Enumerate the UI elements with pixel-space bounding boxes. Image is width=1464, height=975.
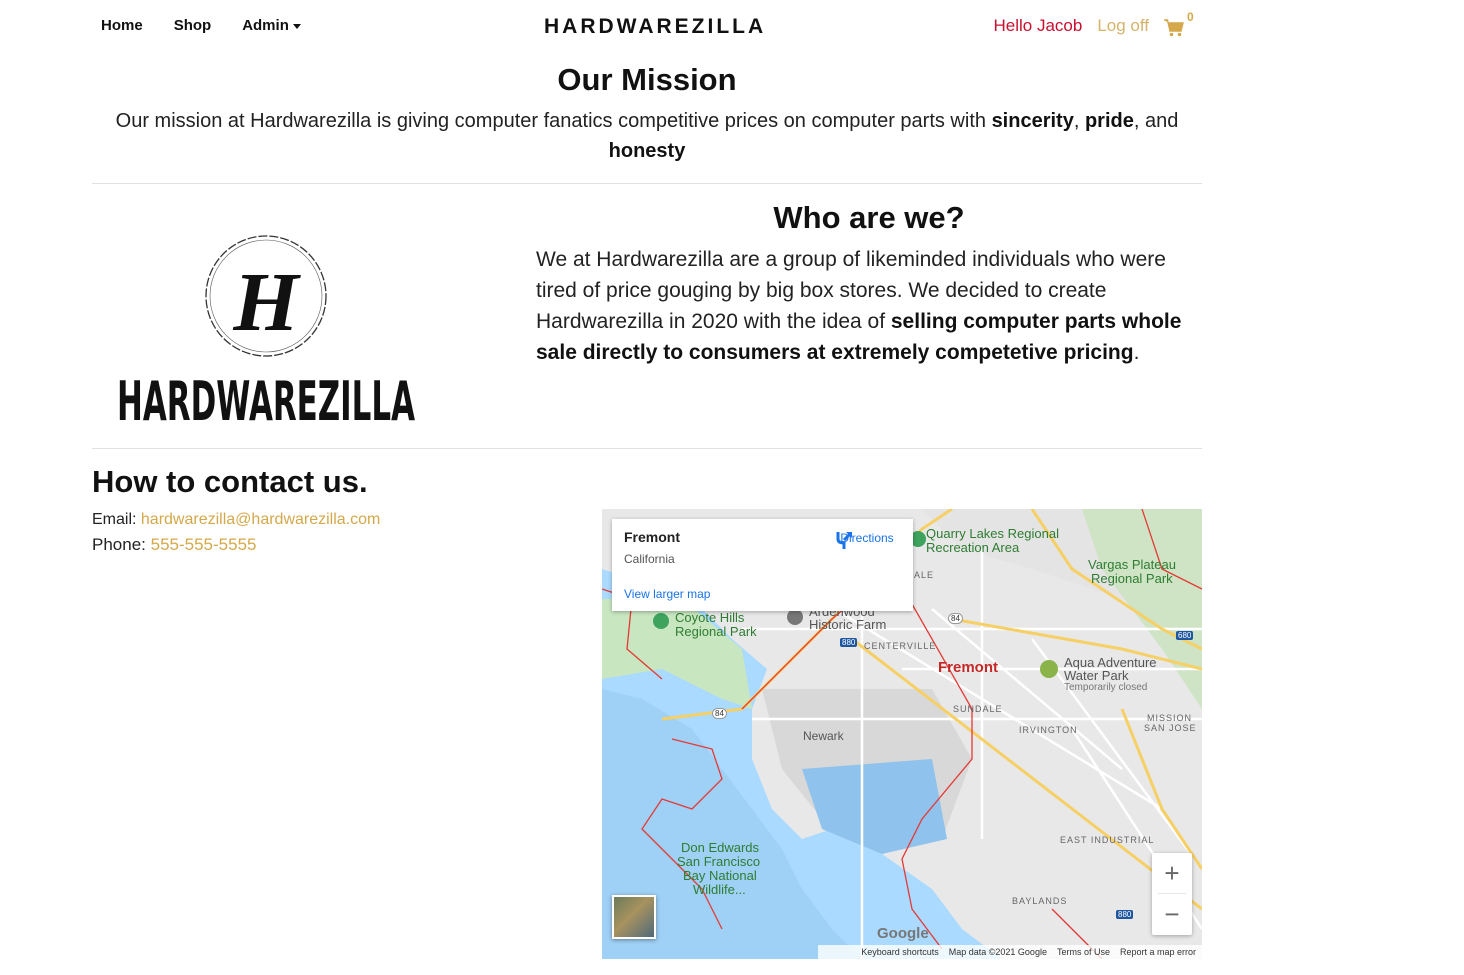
mission-title: Our Mission xyxy=(557,62,737,97)
map-label-aqua-2: Water Park xyxy=(1064,668,1129,683)
who-title: Who are we? xyxy=(773,200,965,235)
map-label-quarry: Quarry Lakes Regional xyxy=(926,526,1059,541)
map-shield-680: 680 xyxy=(1176,631,1194,640)
map-shield-84-b: 84 xyxy=(712,708,727,719)
google-logo: Google xyxy=(877,925,929,942)
divider xyxy=(92,448,1202,449)
keyboard-shortcuts-link[interactable]: Keyboard shortcuts xyxy=(861,947,939,957)
map-label-mission: MISSION xyxy=(1147,713,1193,723)
map-label-irvington: IRVINGTON xyxy=(1019,725,1078,735)
map-shield-880-b: 880 xyxy=(1116,910,1134,919)
map-label-centerville: CENTERVILLE xyxy=(864,641,937,651)
nav-admin-label: Admin xyxy=(242,17,289,34)
embedded-map[interactable]: Quarry Lakes Regional Recreation Area Va… xyxy=(602,509,1202,959)
caret-down-icon xyxy=(292,23,301,29)
shopping-cart-icon xyxy=(1164,19,1184,37)
map-label-fremont: Fremont xyxy=(938,659,998,676)
mission-sep2: , and xyxy=(1133,110,1179,132)
page-container: Home Shop Admin HARDWAREZILLA Hello Jaco… xyxy=(92,0,1202,959)
map-label-don-edwards-3: Bay National xyxy=(683,868,757,883)
map-zoom-controls: + − xyxy=(1152,853,1192,935)
nav-shop[interactable]: Shop xyxy=(174,17,212,34)
zoom-out-button[interactable]: − xyxy=(1152,894,1192,934)
logo-wordmark: HARDWAREZILLA xyxy=(117,370,415,424)
nav-user: Hello Jacob Log off 0 xyxy=(993,10,1194,38)
map-label-ale: ALE xyxy=(914,570,935,580)
directions-icon xyxy=(836,531,853,549)
aqua-park-marker xyxy=(1040,660,1058,678)
map-shield-84-a: 84 xyxy=(948,613,963,624)
map-label-east-industrial: EAST INDUSTRIAL xyxy=(1060,835,1155,845)
who-text: We at Hardwarezilla are a group of likem… xyxy=(536,244,1202,368)
mission-pride: pride xyxy=(1084,110,1134,132)
nav-links: Home Shop Admin xyxy=(101,17,332,34)
terms-link[interactable]: Terms of Use xyxy=(1057,947,1110,957)
contact-email: Email: hardwarezilla@hardwarezilla.com xyxy=(92,511,380,529)
cart-button[interactable]: 0 xyxy=(1164,10,1194,38)
map-label-mission-2: SAN JOSE xyxy=(1144,723,1197,733)
phone-label: Phone: xyxy=(92,535,151,554)
hardwarezilla-logo: H HARDWAREZILLA xyxy=(114,234,426,433)
email-link[interactable]: hardwarezilla@hardwarezilla.com xyxy=(141,511,380,528)
ardenwood-marker xyxy=(787,609,803,625)
map-label-aqua-3: Temporarily closed xyxy=(1064,682,1148,693)
view-larger-map-link[interactable]: View larger map xyxy=(624,587,710,601)
map-label-baylands: BAYLANDS xyxy=(1012,896,1068,906)
map-info-card: Fremont California View larger map Direc… xyxy=(612,519,913,611)
minus-icon: − xyxy=(1164,898,1180,929)
logo-emblem-icon: H HARDWAREZILLA xyxy=(117,235,415,433)
zoom-in-button[interactable]: + xyxy=(1152,853,1192,893)
map-label-don-edwards-4: Wildlife... xyxy=(693,882,746,897)
map-place-title: Fremont xyxy=(624,529,680,545)
contact-title: How to contact us. xyxy=(92,464,368,499)
map-label-quarry-2: Recreation Area xyxy=(926,540,1020,555)
coyote-park-marker xyxy=(653,613,669,629)
mission-sincerity: sincerity xyxy=(991,110,1074,132)
cart-count-badge: 0 xyxy=(1187,10,1194,24)
divider xyxy=(92,183,1202,184)
brand-title[interactable]: HARDWAREZILLA xyxy=(544,15,766,39)
map-label-coyote: Coyote Hills xyxy=(675,610,745,625)
map-label-vargas: Vargas Plateau xyxy=(1088,557,1176,572)
map-data-text: Map data ©2021 Google xyxy=(948,947,1047,957)
map-label-vargas-2: Regional Park xyxy=(1091,571,1173,586)
contact-phone: Phone: 555-555-5555 xyxy=(92,535,256,555)
nav-home[interactable]: Home xyxy=(101,17,143,34)
map-label-ardenwood-2: Historic Farm xyxy=(809,617,887,632)
logoff-link[interactable]: Log off xyxy=(1097,16,1149,36)
map-place-region: California xyxy=(624,552,675,566)
plus-icon: + xyxy=(1164,857,1180,888)
mission-honesty: honesty xyxy=(608,140,686,162)
satellite-toggle[interactable] xyxy=(612,895,656,939)
logo-monogram: H xyxy=(232,256,301,349)
map-shield-880-a: 880 xyxy=(840,638,858,647)
map-label-don-edwards-2: San Francisco xyxy=(677,854,761,869)
hello-user: Hello Jacob xyxy=(993,16,1083,35)
who-text-end: . xyxy=(1133,341,1140,364)
directions-button[interactable]: Directions xyxy=(834,529,900,549)
map-label-coyote-2: Regional Park xyxy=(675,624,757,639)
mission-text: Our mission at Hardwarezilla is giving c… xyxy=(92,106,1202,166)
report-error-link[interactable]: Report a map error xyxy=(1120,947,1196,957)
navbar: Home Shop Admin HARDWAREZILLA Hello Jaco… xyxy=(92,0,1202,56)
map-footer: Keyboard shortcuts Map data ©2021 Google… xyxy=(818,945,1202,959)
map-label-newark: Newark xyxy=(803,729,844,743)
map-label-don-edwards: Don Edwards xyxy=(681,840,760,855)
nav-admin-dropdown[interactable]: Admin xyxy=(242,17,301,34)
mission-text-body: Our mission at Hardwarezilla is giving c… xyxy=(115,110,992,132)
map-label-sundale: SUNDALE xyxy=(953,704,1003,714)
mission-sep1: , xyxy=(1073,110,1085,132)
phone-link[interactable]: 555-555-5555 xyxy=(151,535,257,554)
email-label: Email: xyxy=(92,511,141,528)
